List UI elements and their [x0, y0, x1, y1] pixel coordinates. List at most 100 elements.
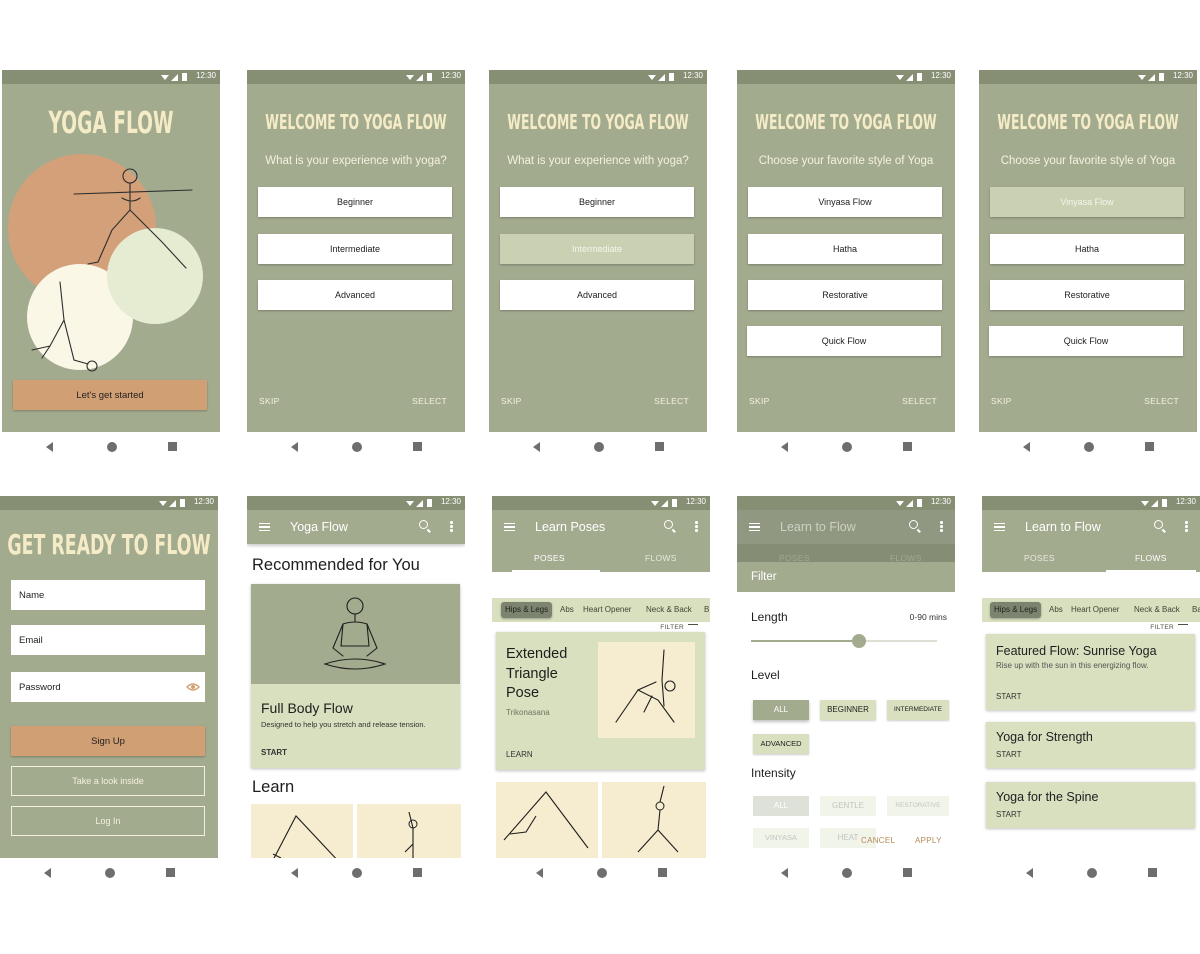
option-beginner[interactable]: Beginner — [258, 187, 452, 217]
option-hatha[interactable]: Hatha — [748, 234, 942, 264]
more-icon[interactable] — [450, 521, 453, 533]
pose-thumb-1[interactable] — [496, 782, 598, 858]
sign-up-button[interactable]: Sign Up — [11, 726, 205, 756]
pose-thumb-2[interactable] — [602, 782, 706, 858]
full-body-flow-card[interactable]: Full Body Flow Designed to help you stre… — [251, 584, 460, 768]
option-quick-flow[interactable]: Quick Flow — [989, 326, 1183, 356]
skip-button[interactable]: SKIP — [991, 396, 1012, 406]
back-icon[interactable] — [1023, 442, 1030, 452]
search-icon[interactable] — [419, 520, 428, 529]
option-vinyasa[interactable]: Vinyasa Flow — [748, 187, 942, 217]
search-icon[interactable] — [664, 520, 673, 529]
recent-apps-icon[interactable] — [413, 442, 422, 451]
home-icon[interactable] — [842, 868, 852, 878]
card-start-button[interactable]: START — [261, 748, 287, 757]
get-started-button[interactable]: Let's get started — [13, 380, 207, 410]
apply-button[interactable]: APPLY — [915, 836, 942, 845]
filter-button[interactable]: FILTER — [1150, 624, 1188, 631]
search-icon[interactable] — [1154, 520, 1163, 529]
select-button[interactable]: SELECT — [654, 396, 689, 406]
pose-card[interactable]: Extended Triangle Pose Trikonasana LEARN — [496, 632, 705, 770]
recent-apps-icon[interactable] — [1148, 868, 1157, 877]
take-look-button[interactable]: Take a look inside — [11, 766, 205, 796]
home-icon[interactable] — [1087, 868, 1097, 878]
intensity-gentle-chip[interactable]: GENTLE — [820, 796, 876, 816]
chip-hips-legs[interactable]: Hips & Legs — [501, 602, 553, 618]
flow-card-start[interactable]: START — [996, 750, 1021, 759]
filter-button[interactable]: FILTER — [660, 624, 698, 631]
cancel-button[interactable]: CANCEL — [861, 836, 895, 845]
recent-apps-icon[interactable] — [903, 442, 912, 451]
learn-thumb-2[interactable] — [357, 804, 461, 858]
learn-button[interactable]: LEARN — [506, 750, 533, 759]
menu-icon[interactable] — [504, 523, 515, 531]
flow-card-start[interactable]: START — [996, 810, 1021, 819]
select-button[interactable]: SELECT — [902, 396, 937, 406]
tab-poses[interactable]: POSES — [534, 553, 565, 563]
option-hatha[interactable]: Hatha — [990, 234, 1184, 264]
email-field[interactable]: Email — [11, 625, 205, 655]
recent-apps-icon[interactable] — [655, 442, 664, 451]
home-icon[interactable] — [352, 442, 362, 452]
recent-apps-icon[interactable] — [168, 442, 177, 451]
tab-flows[interactable]: FLOWS — [645, 553, 677, 563]
home-icon[interactable] — [105, 868, 115, 878]
chip-neck-back[interactable]: Neck & Back — [1134, 602, 1180, 618]
option-quick-flow[interactable]: Quick Flow — [747, 326, 941, 356]
home-icon[interactable] — [1084, 442, 1094, 452]
chip-more[interactable]: Ba — [1192, 602, 1200, 618]
name-field[interactable]: Name — [11, 580, 205, 610]
option-restorative[interactable]: Restorative — [990, 280, 1184, 310]
skip-button[interactable]: SKIP — [501, 396, 522, 406]
flow-card-strength[interactable]: Yoga for Strength START — [986, 722, 1195, 768]
chip-more[interactable]: B — [704, 602, 709, 618]
option-restorative[interactable]: Restorative — [748, 280, 942, 310]
intensity-vinyasa-chip[interactable]: VINYASA — [753, 828, 809, 848]
eye-icon[interactable] — [186, 682, 200, 692]
level-advanced-chip[interactable]: ADVANCED — [753, 734, 809, 754]
flow-card-start[interactable]: START — [996, 692, 1021, 701]
password-field[interactable]: Password — [11, 672, 205, 702]
more-icon[interactable] — [695, 521, 698, 533]
home-icon[interactable] — [597, 868, 607, 878]
recent-apps-icon[interactable] — [413, 868, 422, 877]
more-icon[interactable] — [1185, 521, 1188, 533]
recent-apps-icon[interactable] — [1145, 442, 1154, 451]
back-icon[interactable] — [291, 868, 298, 878]
chip-abs[interactable]: Abs — [560, 602, 574, 618]
skip-button[interactable]: SKIP — [749, 396, 770, 406]
recent-apps-icon[interactable] — [903, 868, 912, 877]
tab-flows[interactable]: FLOWS — [1135, 553, 1167, 563]
option-vinyasa-selected[interactable]: Vinyasa Flow — [990, 187, 1184, 217]
chip-abs[interactable]: Abs — [1049, 602, 1063, 618]
tab-poses[interactable]: POSES — [1024, 553, 1055, 563]
intensity-all-chip[interactable]: ALL — [753, 796, 809, 816]
log-in-button[interactable]: Log In — [11, 806, 205, 836]
chip-heart-opener[interactable]: Heart Opener — [583, 602, 631, 618]
select-button[interactable]: SELECT — [1144, 396, 1179, 406]
chip-heart-opener[interactable]: Heart Opener — [1071, 602, 1119, 618]
home-icon[interactable] — [842, 442, 852, 452]
home-icon[interactable] — [352, 868, 362, 878]
back-icon[interactable] — [781, 442, 788, 452]
level-all-chip[interactable]: ALL — [753, 700, 809, 720]
option-intermediate[interactable]: Intermediate — [258, 234, 452, 264]
recent-apps-icon[interactable] — [166, 868, 175, 877]
chip-neck-back[interactable]: Neck & Back — [646, 602, 692, 618]
option-advanced[interactable]: Advanced — [258, 280, 452, 310]
skip-button[interactable]: SKIP — [259, 396, 280, 406]
back-icon[interactable] — [46, 442, 53, 452]
home-icon[interactable] — [107, 442, 117, 452]
option-beginner[interactable]: Beginner — [500, 187, 694, 217]
back-icon[interactable] — [44, 868, 51, 878]
select-button[interactable]: SELECT — [412, 396, 447, 406]
chip-hips-legs[interactable]: Hips & Legs — [990, 602, 1042, 618]
back-icon[interactable] — [533, 442, 540, 452]
back-icon[interactable] — [536, 868, 543, 878]
learn-thumb-1[interactable] — [251, 804, 353, 858]
slider-thumb[interactable] — [851, 634, 866, 648]
level-beginner-chip[interactable]: BEGINNER — [820, 700, 876, 720]
back-icon[interactable] — [291, 442, 298, 452]
menu-icon[interactable] — [994, 523, 1005, 531]
flow-card-spine[interactable]: Yoga for the Spine START — [986, 782, 1195, 828]
